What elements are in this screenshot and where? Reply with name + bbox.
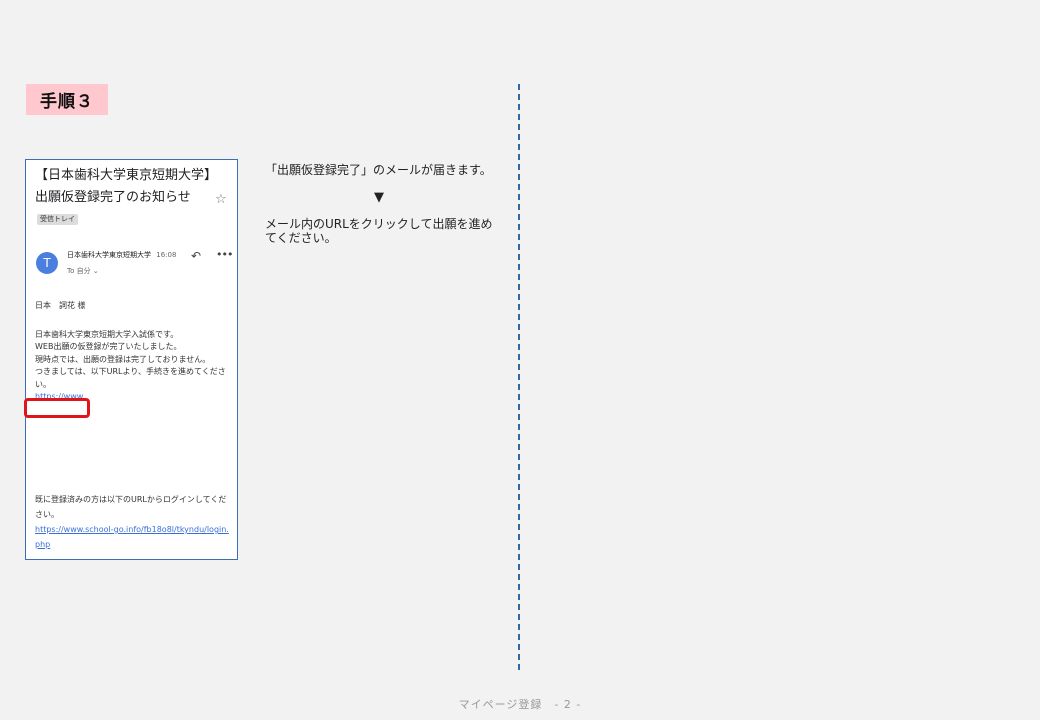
star-icon[interactable]: ☆ (215, 192, 227, 207)
down-arrow-icon: ▼ (374, 190, 384, 205)
more-options-icon[interactable]: ••• (216, 248, 233, 261)
body-line: WEB出願の仮登録が完了いたしました。 (35, 342, 182, 351)
email-time: 16:08 (156, 251, 177, 259)
reply-icon[interactable]: ↶ (191, 249, 201, 263)
dashed-divider (518, 84, 520, 670)
instruction-text: 「出願仮登録完了」のメールが届きます。 ▼ メール内のURLをクリックして出願を… (265, 163, 493, 245)
inbox-tag[interactable]: 受信トレイ (37, 214, 78, 225)
instruction-line-2: メール内のURLをクリックして出願を進めてください。 (265, 217, 493, 245)
step-badge: 手順３ (26, 84, 108, 115)
login-link[interactable]: https://www.school-go.info/fb18o8l/tkynd… (35, 525, 229, 549)
recipient-toggle[interactable]: To 自分 ⌄ (67, 266, 99, 276)
email-preview: 【日本歯科大学東京短期大学】出願仮登録完了のお知らせ 受信トレイ ☆ T 日本歯… (25, 159, 238, 560)
sender-name: 日本歯科大学東京短期大学 (67, 251, 151, 259)
email-footer: 既に登録済みの方は以下のURLからログインしてください。 https://www… (35, 492, 231, 552)
body-line: つきましては、以下URLより、手続きを進めてください。 (35, 367, 226, 389)
email-subject-text: 【日本歯科大学東京短期大学】出願仮登録完了のお知らせ (35, 168, 211, 205)
email-body: 日本 詞花 様 日本歯科大学東京短期大学入試係です。 WEB出願の仮登録が完了い… (35, 300, 231, 404)
sender-line: 日本歯科大学東京短期大学 16:08 (67, 250, 176, 260)
link-highlight-box (24, 398, 90, 418)
instruction-line-1: 「出願仮登録完了」のメールが届きます。 (265, 163, 492, 177)
footer-text: 既に登録済みの方は以下のURLからログインしてください。 (35, 495, 227, 519)
page-footer: マイページ登録 - 2 - (458, 698, 582, 711)
email-subject: 【日本歯科大学東京短期大学】出願仮登録完了のお知らせ 受信トレイ (35, 165, 215, 231)
avatar: T (36, 252, 58, 274)
email-greeting: 日本 詞花 様 (35, 301, 86, 310)
body-line: 現時点では、出願の登録は完了しておりません。 (35, 354, 211, 364)
body-line: 日本歯科大学東京短期大学入試係です。 (35, 329, 179, 339)
